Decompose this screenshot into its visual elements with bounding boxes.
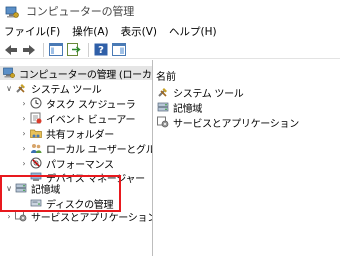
menu-bar: ファイル(F) 操作(A) 表示(V) ヘルプ(H)	[0, 22, 340, 40]
tree-label: パフォーマンス	[46, 159, 114, 171]
tree-item-performance[interactable]: › パフォーマンス	[19, 156, 114, 171]
pane-splitter[interactable]	[152, 60, 153, 256]
list-item[interactable]: システム ツール	[156, 85, 244, 100]
menu-file[interactable]: ファイル(F)	[4, 24, 60, 39]
tree-label: 記憶域	[31, 184, 61, 196]
chevron-right-icon[interactable]: ›	[4, 209, 14, 223]
svg-text:?: ?	[98, 45, 104, 56]
window-title: コンピューターの管理	[26, 5, 134, 18]
tree-item-local-users-groups[interactable]: › ローカル ユーザーとグループ	[19, 141, 152, 156]
tree-label: 共有フォルダー	[46, 129, 114, 141]
computer-management-icon	[5, 5, 19, 18]
menu-action[interactable]: 操作(A)	[72, 24, 108, 39]
title-bar: コンピューターの管理	[0, 0, 340, 22]
menu-view[interactable]: 表示(V)	[121, 24, 157, 39]
computer-management-icon	[3, 67, 15, 79]
tree-label: コンピューターの管理 (ローカル)	[19, 69, 152, 81]
disk-icon	[30, 197, 42, 209]
tree-label: イベント ビューアー	[46, 114, 136, 126]
forward-arrow-icon[interactable]	[21, 42, 37, 58]
services-icon	[157, 116, 169, 128]
list-item-label: システム ツール	[173, 88, 244, 100]
tree-item-event-viewer[interactable]: › イベント ビューアー	[19, 111, 136, 126]
chevron-right-icon[interactable]: ›	[19, 111, 29, 125]
tree-item-system-tools[interactable]: ∨ システム ツール	[4, 81, 102, 96]
tree-item-storage[interactable]: ∨ 記憶域	[4, 181, 61, 196]
services-icon	[15, 210, 27, 222]
tree-item-root[interactable]: コンピューターの管理 (ローカル)	[0, 66, 152, 81]
back-arrow-icon[interactable]	[3, 42, 19, 58]
show-hide-tree-icon[interactable]	[48, 42, 64, 58]
event-viewer-icon	[30, 112, 42, 124]
list-item[interactable]: サービスとアプリケーション	[156, 115, 299, 130]
list-item-label: サービスとアプリケーション	[173, 118, 299, 130]
export-list-icon[interactable]	[66, 42, 82, 58]
action-pane-icon[interactable]	[111, 42, 127, 58]
toolbar: ?	[0, 41, 340, 59]
chevron-right-icon[interactable]: ›	[19, 126, 29, 140]
tree-label: ローカル ユーザーとグループ	[46, 144, 152, 156]
chevron-down-icon[interactable]: ∨	[4, 81, 14, 95]
tree-item-task-scheduler[interactable]: › タスク スケジューラ	[19, 96, 136, 111]
toolbar-separator	[43, 42, 44, 57]
storage-icon	[15, 182, 27, 194]
console-tree: コンピューターの管理 (ローカル) ∨ システム ツール › タスク スケジュー…	[0, 63, 152, 256]
users-icon	[30, 142, 42, 154]
storage-icon	[157, 101, 169, 113]
clock-icon	[30, 97, 42, 109]
tree-label: システム ツール	[31, 84, 102, 96]
tree-item-shared-folders[interactable]: › 共有フォルダー	[19, 126, 114, 141]
list-item[interactable]: 記憶域	[156, 100, 203, 115]
tree-label: タスク スケジューラ	[46, 99, 136, 111]
tree-item-services-apps[interactable]: › サービスとアプリケーション	[4, 209, 152, 224]
tree-label: デバイス マネージャー	[46, 173, 145, 185]
tools-icon	[15, 82, 27, 94]
help-icon[interactable]: ?	[93, 42, 109, 58]
shared-folder-icon	[30, 127, 42, 139]
details-pane: 名前 システム ツール 記憶域 サービスとアプリケーション	[154, 63, 340, 256]
tools-icon	[157, 86, 169, 98]
list-item-label: 記憶域	[173, 103, 203, 115]
chevron-right-icon[interactable]: ›	[19, 141, 29, 155]
chevron-right-icon[interactable]: ›	[19, 96, 29, 110]
computer-management-window: コンピューターの管理 ファイル(F) 操作(A) 表示(V) ヘルプ(H) ?	[0, 0, 340, 256]
chevron-right-icon[interactable]: ›	[19, 156, 29, 170]
performance-icon	[30, 157, 42, 169]
column-header-name[interactable]: 名前	[156, 68, 176, 83]
menu-help[interactable]: ヘルプ(H)	[169, 24, 217, 39]
tree-label: サービスとアプリケーション	[31, 212, 152, 224]
toolbar-separator	[88, 42, 89, 57]
chevron-down-icon[interactable]: ∨	[4, 181, 14, 195]
